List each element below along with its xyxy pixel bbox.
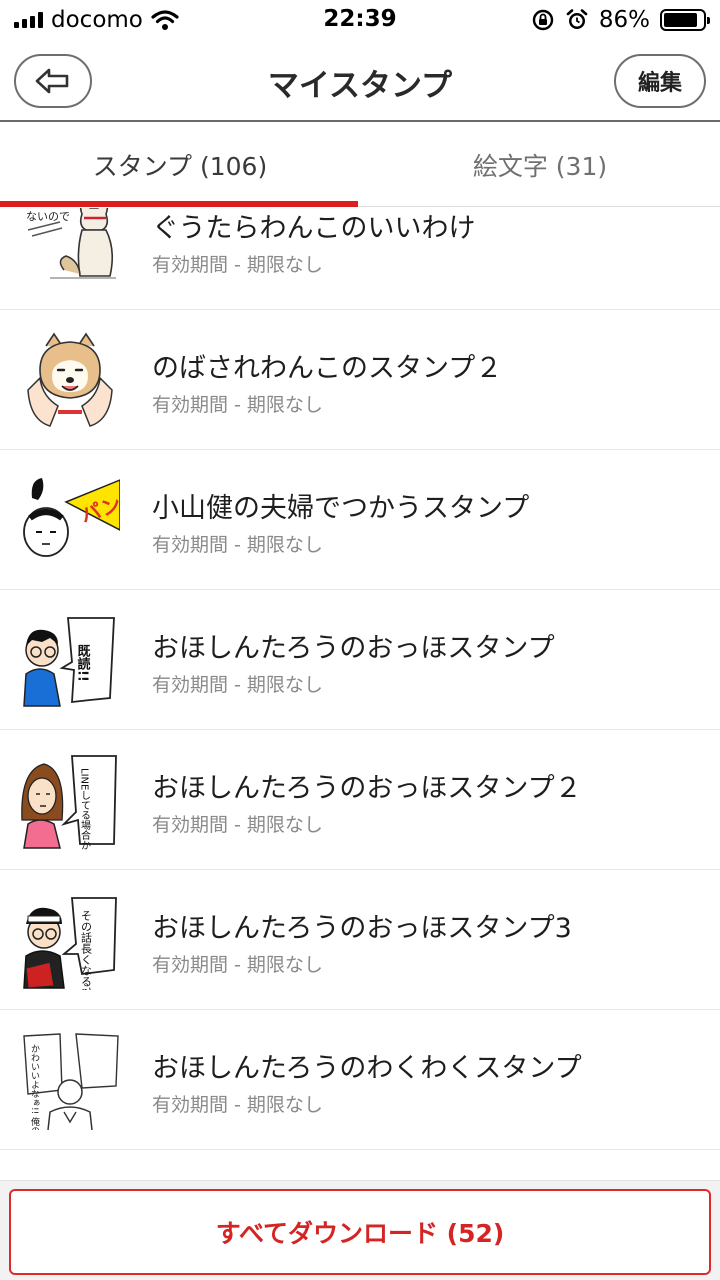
stamp-expiry: 有効期間 - 期限なし [152, 394, 323, 416]
stamp-title: おほしんたろうのおっほスタンプ２ [152, 773, 582, 804]
tab-bar: スタンプ (106) 絵文字 (31) [0, 123, 720, 207]
svg-text:その話長くなる?: その話長くなる? [80, 910, 93, 990]
stamp-title: のばされわんこのスタンプ２ [152, 353, 503, 384]
page-title: マイスタンプ [267, 68, 453, 104]
stamp-title: おほしんたろうのわくわくスタンプ [152, 1053, 582, 1084]
svg-text:LINEしてる場合かね?: LINEしてる場合かね? [79, 768, 91, 850]
battery-icon [660, 9, 710, 31]
list-item[interactable]: ないので ぐうたらわんこのいいわけ 有効期間 - 期限なし [0, 208, 720, 310]
tab-emoji[interactable]: 絵文字 (31) [360, 123, 720, 207]
alarm-icon [566, 9, 588, 29]
stamp-title: おほしんたろうのおっほスタンプ3 [152, 913, 572, 944]
stamp-expiry: 有効期間 - 期限なし [152, 1094, 323, 1116]
stamp-thumbnail: パン [23, 478, 120, 557]
bottom-bar: すべてダウンロード (52) [0, 1180, 720, 1280]
list-item[interactable]: パン 小山健の夫婦でつかうスタンプ 有効期間 - 期限なし [0, 450, 720, 590]
svg-text:かわいいよなぁ!! 俺のこういうとこ: かわいいよなぁ!! 俺のこういうとこ [29, 1044, 40, 1130]
stamp-list-content: ないので ぐうたらわんこのいいわけ 有効期間 - 期限なし のばされわんこのスタ… [0, 208, 720, 1150]
stamp-expiry: 有効期間 - 期限なし [152, 674, 323, 696]
battery-percent: 86% [598, 7, 650, 33]
list-item[interactable]: 既読!! おほしんたろうのおっほスタンプ 有効期間 - 期限なし [0, 590, 720, 730]
status-right: 86% [531, 6, 710, 34]
my-stamps-screen: docomo 22:39 86% マイスタンプ 編集 スタンプ (106) 絵文… [0, 0, 720, 1280]
stamp-thumbnail: 既読!! [23, 617, 115, 707]
stamp-title: ぐうたらわんこのいいわけ [152, 213, 476, 244]
stamp-expiry: 有効期間 - 期限なし [152, 534, 323, 556]
list-item[interactable]: のばされわんこのスタンプ２ 有効期間 - 期限なし [0, 310, 720, 450]
svg-text:既読!!: 既読!! [75, 644, 91, 682]
battery-level [664, 13, 697, 27]
list-item[interactable]: かわいいよなぁ!! 俺のこういうとこ おほしんたろうのわくわくスタンプ 有効期間… [0, 1010, 720, 1150]
stamp-title: 小山健の夫婦でつかうスタンプ [152, 493, 530, 524]
rotation-lock-icon [532, 9, 554, 31]
stamp-expiry: 有効期間 - 期限なし [152, 254, 323, 276]
download-all-button[interactable]: すべてダウンロード (52) [9, 1189, 711, 1275]
status-bar: docomo 22:39 86% [0, 0, 720, 40]
svg-text:ないので: ないので [26, 210, 70, 223]
stamp-thumbnail: LINEしてる場合かね? [21, 755, 117, 850]
list-item[interactable]: その話長くなる? おほしんたろうのおっほスタンプ3 有効期間 - 期限なし [0, 870, 720, 1010]
selected-tab-indicator [0, 201, 358, 207]
stamp-list[interactable]: ないので ぐうたらわんこのいいわけ 有効期間 - 期限なし のばされわんこのスタ… [0, 208, 720, 1180]
stamp-thumbnail: ないので [26, 208, 116, 279]
stamp-expiry: 有効期間 - 期限なし [152, 814, 323, 836]
stamp-thumbnail: かわいいよなぁ!! 俺のこういうとこ [23, 1033, 119, 1130]
stamp-title: おほしんたろうのおっほスタンプ [152, 633, 555, 664]
stamp-expiry: 有効期間 - 期限なし [152, 954, 323, 976]
stamp-thumbnail: その話長くなる? [23, 897, 117, 990]
tab-stamps[interactable]: スタンプ (106) [0, 123, 360, 207]
stamp-thumbnail [27, 332, 113, 427]
navigation-bar: マイスタンプ 編集 [0, 40, 720, 122]
edit-button[interactable]: 編集 [614, 54, 706, 108]
list-item[interactable]: LINEしてる場合かね? おほしんたろうのおっほスタンプ２ 有効期間 - 期限な… [0, 730, 720, 870]
